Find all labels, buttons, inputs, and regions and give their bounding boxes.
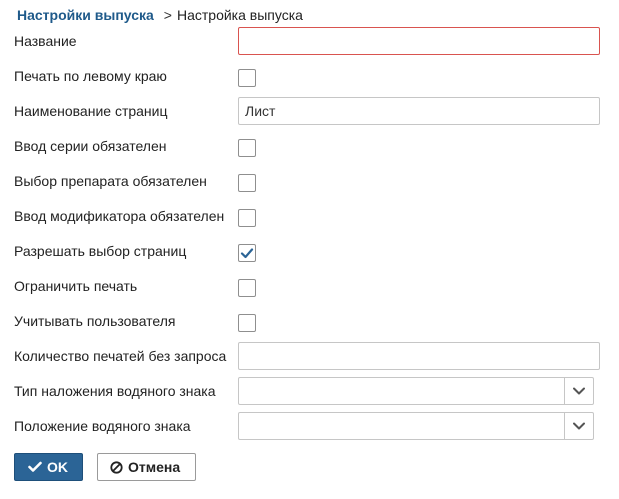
print-left-checkbox[interactable] xyxy=(238,69,256,87)
name-input[interactable] xyxy=(238,27,600,55)
ok-button[interactable]: OK xyxy=(14,453,83,481)
limit-print-label: Ограничить печать xyxy=(14,278,138,294)
watermark-position-label: Положение водяного знака xyxy=(14,418,191,434)
track-user-checkbox[interactable] xyxy=(238,314,256,332)
allow-page-select-label: Разрешать выбор страниц xyxy=(14,243,187,259)
chevron-down-icon xyxy=(573,422,585,430)
form-row-modifier-required: Ввод модификатора обязателен xyxy=(14,202,594,230)
name-label: Название xyxy=(14,33,77,49)
form-row-watermark-type: Тип наложения водяного знака xyxy=(14,377,594,405)
series-required-label: Ввод серии обязателен xyxy=(14,138,167,154)
modifier-required-checkbox[interactable] xyxy=(238,209,256,227)
series-required-checkbox[interactable] xyxy=(238,139,256,157)
pages-name-input[interactable]: Лист xyxy=(238,97,600,125)
form-row-limit-print: Ограничить печать xyxy=(14,272,594,300)
drug-required-label: Выбор препарата обязателен xyxy=(14,173,207,189)
form-row-series-required: Ввод серии обязателен xyxy=(14,132,594,160)
breadcrumb: Настройки выпуска > Настройка выпуска xyxy=(17,6,303,24)
modifier-required-label: Ввод модификатора обязателен xyxy=(14,208,225,224)
form-row-print-count: Количество печатей без запроса xyxy=(14,342,600,370)
watermark-position-select[interactable] xyxy=(238,412,594,440)
print-count-label: Количество печатей без запроса xyxy=(14,348,227,364)
allow-page-select-checkbox[interactable] xyxy=(238,244,256,262)
print-left-label: Печать по левому краю xyxy=(14,68,167,84)
cancel-button[interactable]: Отмена xyxy=(97,453,196,481)
watermark-type-select[interactable] xyxy=(238,377,594,405)
breadcrumb-current: Настройка выпуска xyxy=(176,7,303,23)
limit-print-checkbox[interactable] xyxy=(238,279,256,297)
form-row-pages-name: Наименование страниц Лист xyxy=(14,97,600,125)
print-count-input[interactable] xyxy=(238,342,600,370)
form-row-track-user: Учитывать пользователя xyxy=(14,307,594,335)
track-user-label: Учитывать пользователя xyxy=(14,313,176,329)
check-icon xyxy=(28,461,42,472)
ban-icon xyxy=(110,461,123,474)
cancel-button-label: Отмена xyxy=(128,459,181,475)
form-row-name: Название xyxy=(14,27,600,55)
watermark-position-dropdown-button[interactable] xyxy=(564,413,593,439)
chevron-down-icon xyxy=(573,387,585,395)
breadcrumb-separator: > xyxy=(163,7,172,23)
ok-button-label: OK xyxy=(47,459,68,475)
form-row-watermark-position: Положение водяного знака xyxy=(14,412,594,440)
form-row-print-left: Печать по левому краю xyxy=(14,62,594,90)
watermark-type-dropdown-button[interactable] xyxy=(564,378,593,404)
pages-name-label: Наименование страниц xyxy=(14,103,168,119)
form-row-allow-page-select: Разрешать выбор страниц xyxy=(14,237,594,265)
form-row-drug-required: Выбор препарата обязателен xyxy=(14,167,594,195)
breadcrumb-link-release-settings[interactable]: Настройки выпуска xyxy=(17,7,154,23)
release-settings-page: Настройки выпуска > Настройка выпуска Назв… xyxy=(0,0,619,499)
watermark-type-label: Тип наложения водяного знака xyxy=(14,383,216,399)
check-icon xyxy=(240,248,254,259)
drug-required-checkbox[interactable] xyxy=(238,174,256,192)
